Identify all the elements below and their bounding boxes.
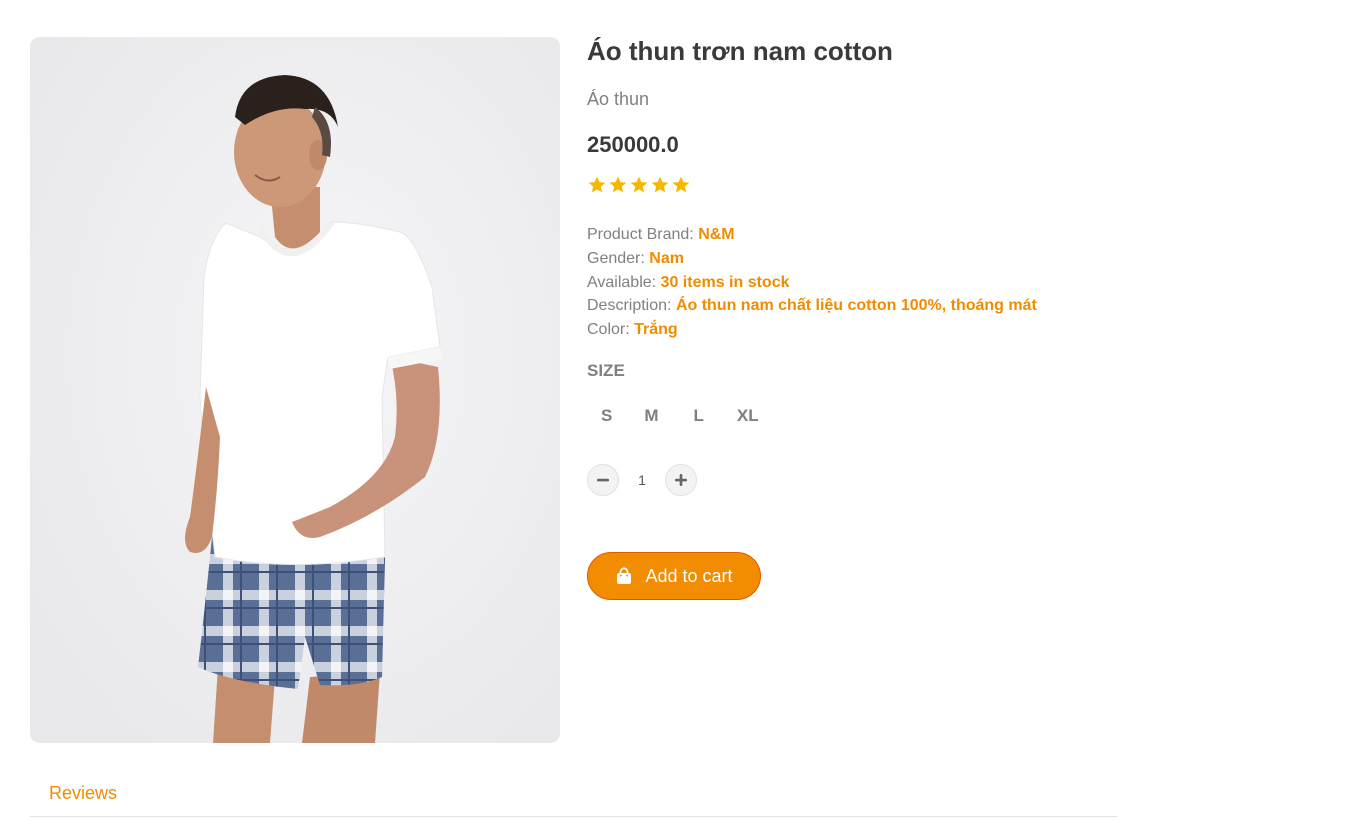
star-icon (630, 176, 648, 193)
increase-quantity-button[interactable] (665, 464, 697, 496)
gender-value: Nam (649, 249, 684, 267)
description-row: Description: Áo thun nam chất liệu cotto… (587, 294, 1037, 318)
brand-row: Product Brand: N&M (587, 223, 1037, 247)
product-image (30, 37, 560, 743)
add-to-cart-button[interactable]: Add to cart (587, 552, 761, 600)
add-to-cart-label: Add to cart (645, 565, 733, 586)
availability-label: Available: (587, 273, 657, 291)
plus-icon (675, 474, 687, 486)
minus-icon (597, 478, 609, 482)
quantity-stepper: 1 (587, 464, 697, 496)
product-category: Áo thun (587, 89, 650, 109)
star-icon (672, 176, 690, 193)
size-option-m[interactable]: M (644, 404, 658, 428)
tab-reviews[interactable]: Reviews (49, 783, 117, 804)
star-icon (651, 176, 669, 193)
gender-label: Gender: (587, 249, 645, 267)
size-heading: SIZE (587, 361, 625, 380)
shopping-bag-icon (617, 567, 632, 584)
brand-label: Product Brand: (587, 226, 694, 243)
product-price: 250000.0 (587, 132, 679, 157)
quantity-value[interactable]: 1 (619, 472, 665, 488)
color-row: Color: Trắng (587, 318, 1037, 342)
availability-value: 30 items in stock (660, 273, 790, 291)
size-option-s[interactable]: S (601, 404, 612, 428)
product-title: Áo thun trơn nam cotton (587, 36, 893, 66)
size-option-xl[interactable]: XL (737, 404, 759, 428)
gender-row: Gender: Nam (587, 247, 1037, 271)
brand-value: N&M (698, 226, 735, 243)
decrease-quantity-button[interactable] (587, 464, 619, 496)
star-icon (588, 176, 606, 193)
description-value: Áo thun nam chất liệu cotton 100%, thoán… (675, 297, 1037, 315)
description-label: Description: (587, 297, 672, 315)
product-details: Product Brand: N&M Gender: Nam Available… (587, 223, 1037, 342)
availability-row: Available: 30 items in stock (587, 271, 1037, 295)
star-rating (587, 175, 691, 195)
color-value: Trắng (634, 321, 678, 339)
color-label: Color: (587, 321, 630, 339)
star-icon (609, 176, 627, 193)
product-tabs: Reviews (30, 780, 1117, 817)
size-option-l[interactable]: L (694, 404, 704, 428)
size-selector: S M L XL (587, 404, 759, 428)
